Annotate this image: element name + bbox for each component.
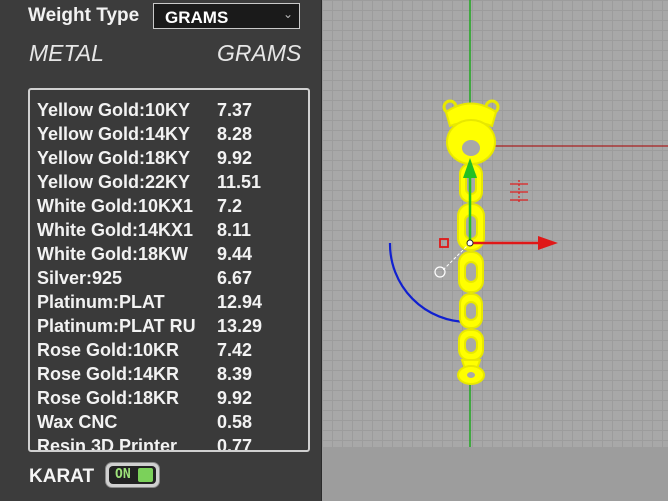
gumball-scale-square-icon[interactable] [439,238,449,248]
grams-column-header: GRAMS [217,40,302,66]
metal-name: Yellow Gold:18KY [37,148,191,168]
metal-name: Resin 3D Printer [37,436,178,452]
metal-name: Rose Gold:10KR [37,340,180,360]
weight-type-dropdown[interactable]: GRAMS ⌄ [153,3,300,29]
gumball-drag-handle-icon[interactable] [434,266,446,278]
karat-toggle[interactable]: ON [105,462,160,488]
metal-grams: 0.77 [217,436,253,452]
metal-name: White Gold:18KW [37,244,188,264]
metal-grams: 7.37 [217,100,253,120]
metal-grams: 13.29 [217,316,263,336]
metal-grams: 7.42 [217,340,253,360]
3d-viewport[interactable] [322,0,668,501]
viewport-scene [388,0,668,447]
metal-grams: 8.39 [217,364,253,384]
karat-toggle-knob [138,468,153,482]
metal-grams: 9.92 [217,148,253,168]
metal-name: Platinum:PLAT [37,292,165,312]
metal-name: Yellow Gold:14KY [37,124,191,144]
metal-name: Yellow Gold:10KY [37,100,191,120]
metal-grams: 12.94 [217,292,263,312]
chevron-down-icon: ⌄ [282,7,293,21]
metal-grams: 0.58 [217,412,253,432]
karat-toggle-track: ON [109,466,156,484]
metal-column-header: METAL [29,40,104,66]
karat-label: KARAT [29,466,95,487]
metal-name: Silver:925 [37,268,123,288]
metal-weight-list[interactable]: Yellow Gold:10KY 7.37 Yellow Gold:14KY 8.2… [28,88,310,452]
karat-toggle-state: ON [115,467,131,482]
scale-handle-icon[interactable] [510,180,528,204]
metal-name: White Gold:10KX1 [37,196,194,216]
gumball-x-arrow-icon[interactable] [538,236,558,250]
metal-name: Rose Gold:18KR [37,388,180,408]
metal-name: Wax CNC [37,412,118,432]
weight-type-label: Weight Type [28,5,140,26]
weight-panel: Weight Type GRAMS ⌄ METAL GRAMS Yellow G… [0,0,322,501]
metal-name: Platinum:PLAT RU [37,316,196,336]
rotation-arc-handle[interactable] [388,242,469,324]
metal-grams: 9.92 [217,388,253,408]
metal-name: Rose Gold:14KR [37,364,180,384]
metal-name: Yellow Gold:22KY [37,172,191,192]
metal-grams: 6.67 [217,268,253,288]
metal-grams: 9.44 [217,244,253,264]
metal-grams: 8.28 [217,124,253,144]
metal-name: White Gold:14KX1 [37,220,194,240]
metal-grams: 8.11 [217,220,252,240]
weight-type-value: GRAMS [165,8,229,27]
metal-grams: 7.2 [217,196,243,216]
metal-grams: 11.51 [217,172,262,192]
